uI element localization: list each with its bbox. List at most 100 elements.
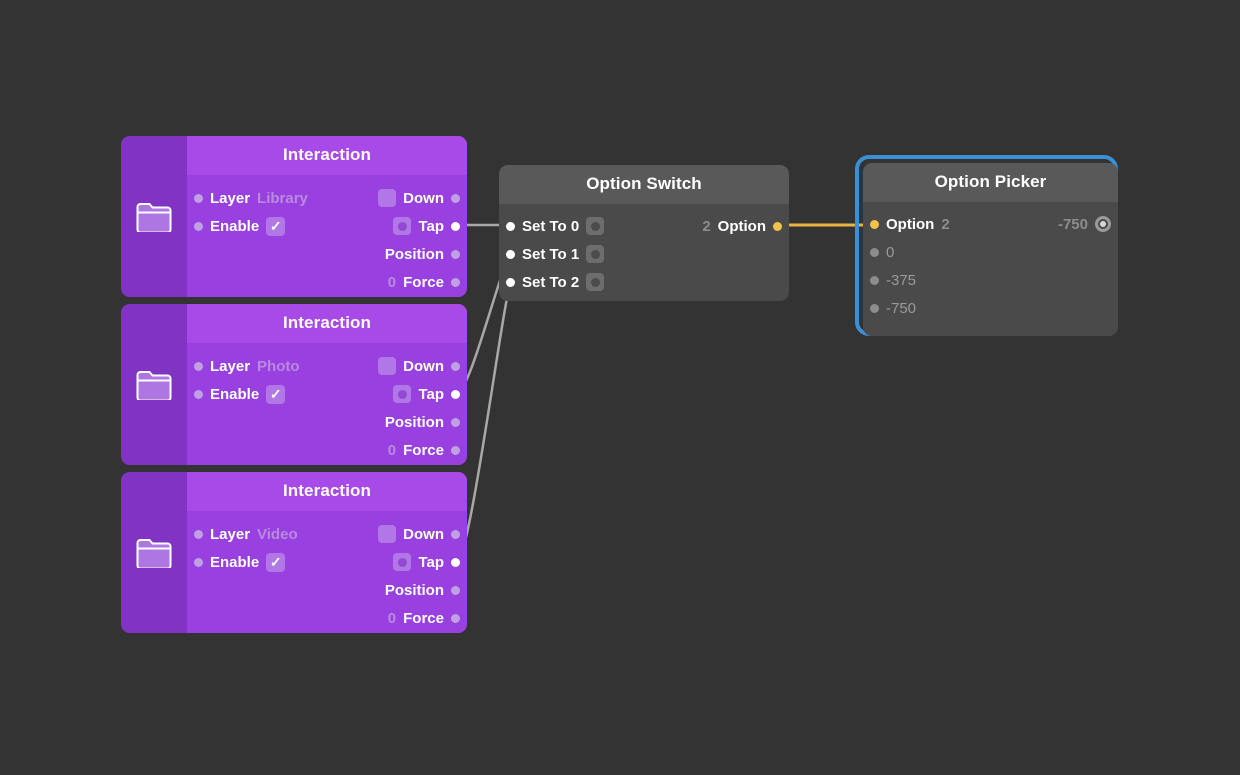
input-port-layer[interactable] [194, 361, 203, 371]
output-port-force[interactable] [451, 277, 460, 287]
option-port-0[interactable] [870, 247, 879, 257]
input-label-layer: Layer [210, 189, 251, 207]
output-row-force[interactable]: 0 Force [388, 436, 460, 464]
output-row-tap[interactable]: Tap [393, 212, 460, 240]
output-label-tap: Tap [418, 385, 444, 403]
enable-checkbox[interactable]: ✓ [266, 216, 286, 236]
input-row-set-to-2[interactable]: Set To 2 [506, 268, 605, 296]
input-port-set-to-1[interactable] [506, 249, 515, 259]
input-port-set-to-2[interactable] [506, 277, 515, 287]
output-port-tap[interactable] [451, 221, 460, 231]
node-interaction-library[interactable]: Interaction Layer Library Enable ✓ Down … [121, 136, 467, 297]
input-port-enable[interactable] [194, 389, 203, 399]
output-port-option[interactable] [773, 221, 782, 231]
down-bool-square[interactable] [378, 525, 397, 543]
output-row-tap[interactable]: Tap [393, 548, 460, 576]
output-row-force[interactable]: 0 Force [388, 604, 460, 632]
output-row-option[interactable]: 2 Option [702, 212, 782, 240]
node-option-switch[interactable]: Option Switch Set To 0 Set To 1 Set To 2 [499, 165, 789, 301]
output-row-force[interactable]: 0 Force [388, 268, 460, 296]
input-row-layer[interactable]: Layer Video [194, 520, 298, 548]
set-to-0-pulse-button[interactable] [586, 217, 605, 235]
node-interaction-video[interactable]: Interaction Layer Video Enable ✓ Down Ta… [121, 472, 467, 633]
output-value-option: 2 [702, 217, 711, 235]
output-label-down: Down [403, 525, 444, 543]
input-label-set-to-2: Set To 2 [522, 273, 580, 291]
output-label-force: Force [403, 609, 444, 627]
node-interaction-photo[interactable]: Interaction Layer Photo Enable ✓ Down Ta… [121, 304, 467, 465]
node-title: Interaction [187, 304, 467, 343]
output-value-force: 0 [387, 609, 397, 627]
option-row-0[interactable]: 0 [863, 238, 1118, 266]
output-row-down[interactable]: Down [378, 520, 460, 548]
input-row-set-to-0[interactable]: Set To 0 [506, 212, 605, 240]
tap-pulse-square[interactable] [393, 217, 412, 235]
input-row-enable[interactable]: Enable ✓ [194, 380, 286, 408]
option-port-2[interactable] [870, 303, 879, 313]
input-row-layer[interactable]: Layer Library [194, 184, 308, 212]
input-label-enable: Enable [210, 217, 260, 235]
output-port-down[interactable] [451, 529, 460, 539]
down-bool-square[interactable] [378, 357, 397, 375]
output-row-position[interactable]: Position [385, 408, 460, 436]
input-value-layer[interactable]: Photo [257, 358, 300, 375]
input-row-option[interactable]: Option 2 -750 [863, 210, 1118, 238]
graph-canvas[interactable]: Interaction Layer Library Enable ✓ Down … [0, 0, 1240, 775]
node-title: Interaction [187, 136, 467, 175]
option-port-1[interactable] [870, 275, 879, 285]
input-port-layer[interactable] [194, 193, 203, 203]
input-port-option[interactable] [870, 219, 879, 229]
output-port-position[interactable] [451, 417, 460, 427]
input-port-layer[interactable] [194, 529, 203, 539]
output-row-down[interactable]: Down [378, 184, 460, 212]
input-label-enable: Enable [210, 385, 260, 403]
input-port-set-to-0[interactable] [506, 221, 515, 231]
output-port-result[interactable] [1095, 216, 1111, 232]
output-label-down: Down [403, 357, 444, 375]
option-label-2: -750 [886, 299, 917, 317]
output-port-down[interactable] [451, 193, 460, 203]
enable-checkbox[interactable]: ✓ [266, 384, 286, 404]
input-row-enable[interactable]: Enable ✓ [194, 548, 286, 576]
output-label-tap: Tap [418, 217, 444, 235]
option-label-0: 0 [886, 243, 895, 261]
output-label-position: Position [384, 413, 444, 431]
input-label-enable: Enable [210, 553, 260, 571]
output-port-tap[interactable] [451, 557, 460, 567]
node-icon-sidebar [121, 472, 187, 633]
node-option-picker[interactable]: Option Picker Option 2 -750 0 -375 -750 [863, 163, 1118, 336]
output-port-tap[interactable] [451, 389, 460, 399]
output-port-force[interactable] [451, 445, 460, 455]
input-label-set-to-0: Set To 0 [522, 217, 580, 235]
selection-ring-option-picker: Option Picker Option 2 -750 0 -375 -750 [855, 155, 1118, 336]
output-port-force[interactable] [451, 613, 460, 623]
input-value-option[interactable]: 2 [941, 216, 949, 233]
input-value-layer[interactable]: Library [257, 190, 308, 207]
output-label-tap: Tap [418, 553, 444, 571]
input-value-layer[interactable]: Video [257, 526, 298, 543]
enable-checkbox[interactable]: ✓ [266, 552, 286, 572]
down-bool-square[interactable] [378, 189, 397, 207]
tap-pulse-square[interactable] [393, 553, 412, 571]
set-to-1-pulse-button[interactable] [586, 245, 605, 263]
output-port-down[interactable] [451, 361, 460, 371]
input-port-enable[interactable] [194, 221, 203, 231]
output-label-option: Option [717, 217, 766, 235]
option-row-2[interactable]: -750 [863, 294, 1118, 322]
output-row-tap[interactable]: Tap [393, 380, 460, 408]
input-row-set-to-1[interactable]: Set To 1 [506, 240, 605, 268]
option-row-1[interactable]: -375 [863, 266, 1118, 294]
node-icon-sidebar [121, 304, 187, 465]
tap-pulse-square[interactable] [393, 385, 412, 403]
output-port-position[interactable] [451, 585, 460, 595]
input-row-layer[interactable]: Layer Photo [194, 352, 300, 380]
set-to-2-pulse-button[interactable] [586, 273, 605, 291]
output-row-position[interactable]: Position [385, 240, 460, 268]
output-label-position: Position [384, 245, 444, 263]
output-row-position[interactable]: Position [385, 576, 460, 604]
output-port-position[interactable] [451, 249, 460, 259]
input-label-option: Option [886, 215, 935, 233]
output-row-down[interactable]: Down [378, 352, 460, 380]
input-row-enable[interactable]: Enable ✓ [194, 212, 286, 240]
input-port-enable[interactable] [194, 557, 203, 567]
